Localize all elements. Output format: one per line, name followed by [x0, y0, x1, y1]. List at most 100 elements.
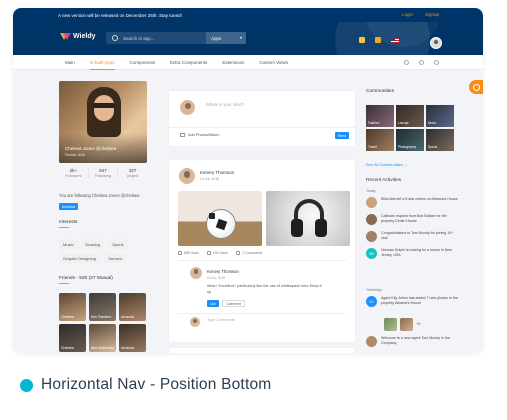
see-all-communities-link[interactable]: See All Communities → [366, 162, 408, 167]
interest-chip[interactable]: Music [59, 239, 78, 249]
nav-item-in-built-apps[interactable]: In-built Apps [89, 60, 115, 70]
community-name: Music [428, 121, 437, 125]
stat-projects: 327 project [117, 168, 147, 178]
communities-grid: Fashion Lounge Music Travel Photography … [366, 105, 456, 151]
login-link[interactable]: Login [402, 12, 413, 17]
friend-tile[interactable]: Amanda [119, 324, 146, 352]
like-button[interactable]: Like [207, 300, 219, 307]
community-tile[interactable]: Photography [396, 129, 424, 151]
community-tile[interactable]: Travel [366, 129, 394, 151]
friend-tile[interactable]: Ken Ramirez [89, 293, 116, 321]
heart-icon [206, 251, 211, 256]
send-button[interactable]: Send [335, 132, 349, 139]
notification-icon[interactable] [359, 37, 365, 43]
views-count[interactable]: 190 Likes [206, 251, 228, 256]
community-tile[interactable]: Music [426, 105, 454, 127]
activity-text: Welcome to a new agent Tom Moody in the … [381, 336, 450, 345]
next-post-card [169, 348, 355, 353]
interest-chip[interactable]: Drawing [81, 239, 105, 249]
activity-day-label: Today [366, 189, 376, 193]
football [206, 209, 236, 239]
comment-button[interactable]: Comment [222, 300, 245, 307]
following-text: You are following Chelsea Jones @chelsea [59, 193, 140, 198]
see-all-label: See All Communities [366, 162, 403, 167]
help-icon[interactable] [434, 60, 439, 65]
friend-name: Chelsea [61, 315, 74, 319]
friend-name: Amanda [121, 346, 135, 350]
customizer-toggle[interactable] [469, 80, 483, 94]
activity-photo[interactable] [384, 318, 397, 331]
comments-count[interactable]: 1 Comments [235, 251, 262, 256]
community-name: Photography [398, 145, 417, 149]
message-icon[interactable] [375, 37, 381, 43]
activity-item[interactable]: Congratulations to Tom Moody for joining… [366, 231, 458, 242]
app-logo[interactable]: Wieldy [60, 33, 96, 40]
profile-location: Florida, USA [65, 153, 85, 157]
headphones-cup [315, 219, 327, 237]
nav-item-main[interactable]: Main [65, 60, 75, 65]
friends-title-text: Friends - 530 (27 Mutual) [59, 276, 113, 281]
likes-text: 89K likes [184, 251, 199, 255]
friend-tile[interactable]: Alex Mcdonald [89, 324, 116, 352]
signup-link[interactable]: Signup [425, 12, 439, 17]
search-input[interactable] [123, 35, 203, 41]
stat-label: project [126, 174, 139, 178]
headphones-cup [291, 219, 303, 237]
settings-icon[interactable] [419, 60, 424, 65]
comment-author[interactable]: Kenery Thomson [207, 269, 239, 274]
interest-chip[interactable]: Graphic Designing [59, 253, 100, 263]
search-icon[interactable] [404, 60, 409, 65]
divider [169, 127, 355, 128]
post-author[interactable]: Kenery Thomson [200, 170, 234, 175]
friend-tile[interactable]: Amanda [119, 293, 146, 321]
friend-name: Chelsea [61, 346, 74, 350]
community-tile[interactable]: Sports [426, 129, 454, 151]
bullet-dot-icon [20, 378, 33, 392]
stat-label: Following [94, 174, 112, 178]
activity-photo[interactable] [400, 318, 413, 331]
comment-input[interactable]: Type Comments [207, 318, 235, 322]
views-text: 190 Likes [212, 251, 228, 255]
nav-item-components[interactable]: Components [130, 60, 156, 65]
language-flag-icon[interactable] [391, 37, 399, 43]
apps-dropdown[interactable]: Apps ▾ [206, 32, 246, 44]
recent-activities-title: Recent Activities [366, 178, 402, 183]
post-reactions: 89K likes 190 Likes 1 Comments [178, 251, 262, 256]
post-card: Kenery Thomson 24 Jul, 2018 89K likes 19… [169, 160, 355, 342]
community-tile[interactable]: Lounge [396, 105, 424, 127]
friend-name: Amanda [121, 315, 135, 319]
activity-item[interactable]: KJ Agent Kily Johns has added 7 new phot… [366, 296, 458, 307]
nav-item-extra-components[interactable]: Extra Components [170, 60, 207, 65]
community-tile[interactable]: Fashion [366, 105, 394, 127]
interests-list: Music Drawing Sports Graphic Designing T… [59, 239, 151, 263]
profile-stats: 2k+ Followers 847 Following 327 project [59, 168, 147, 178]
more-photos-count[interactable]: +6 [416, 318, 420, 331]
nav-item-extensions[interactable]: Extensions [222, 60, 244, 65]
app-screenshot-frame: A new version will be released on Decemb… [13, 8, 483, 353]
stat-following: 847 Following [87, 168, 118, 178]
composer-input[interactable]: Whats in your mind? [206, 102, 244, 107]
announcement-text: A new version will be released on Decemb… [58, 12, 182, 18]
nav-item-custom-views[interactable]: Custom Views [259, 60, 288, 65]
community-name: Lounge [398, 121, 409, 125]
add-photos-button[interactable]: Add Photos/Album [180, 133, 219, 137]
friend-tile[interactable]: Chelsea [59, 293, 86, 321]
activity-item[interactable]: Callback request from Bob Builder for th… [366, 214, 458, 225]
activity-item[interactable]: Mila Alba left a 5 star review on Albama… [366, 197, 458, 208]
app-name: Wieldy [73, 33, 96, 40]
user-avatar[interactable] [430, 37, 442, 49]
post-author-avatar[interactable] [179, 168, 195, 184]
interest-chip[interactable]: Sports [108, 239, 128, 249]
profile-photo-face [94, 95, 114, 121]
comment-avatar[interactable] [190, 267, 202, 279]
likes-count[interactable]: 89K likes [178, 251, 199, 256]
unfollow-button[interactable]: Unfollow [59, 203, 78, 210]
activity-item[interactable]: Welcome to a new agent Tom Moody in the … [366, 336, 458, 347]
post-image-football[interactable] [178, 191, 262, 246]
comment-icon [235, 251, 240, 256]
friend-tile[interactable]: Chelsea [59, 324, 86, 352]
post-image-headphones[interactable] [266, 191, 350, 246]
interest-chip[interactable]: Tourism [103, 253, 126, 263]
activity-item[interactable]: ND Norman Dolphi is looking for a house … [366, 248, 458, 259]
main-header: Wieldy Apps ▾ [13, 22, 483, 55]
